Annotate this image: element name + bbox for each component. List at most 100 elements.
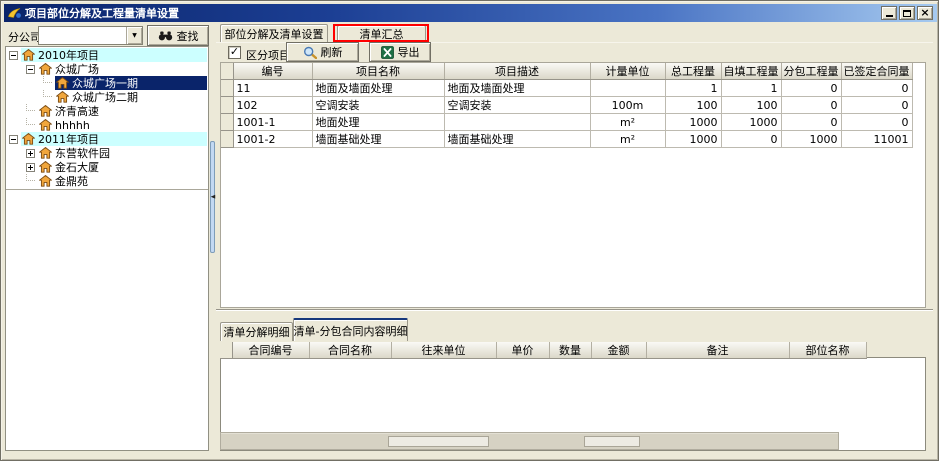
table-row[interactable]: 102空调安装空调安装100m10010000 — [221, 97, 912, 114]
table-cell[interactable]: 墙面基础处理 — [312, 131, 444, 148]
table-cell[interactable]: 墙面基础处理 — [444, 131, 590, 148]
table-row[interactable]: 1001-2墙面基础处理墙面基础处理m²10000100011001 — [221, 131, 912, 148]
minimize-button[interactable] — [881, 6, 897, 20]
column-header[interactable]: 往来单位 — [391, 342, 496, 359]
table-cell[interactable]: 1000 — [781, 131, 841, 148]
column-header[interactable]: 备注 — [646, 342, 789, 359]
table-cell[interactable] — [444, 114, 590, 131]
tree-item-surface[interactable]: 金石大厦 — [38, 160, 207, 174]
maximize-button[interactable] — [899, 6, 915, 20]
table-cell[interactable]: 100m — [590, 97, 665, 114]
tab-subcontract-content-detail[interactable]: 清单-分包合同内容明细 — [293, 318, 408, 341]
table-cell[interactable]: 0 — [841, 114, 912, 131]
column-header[interactable]: 数量 — [549, 342, 591, 359]
column-header[interactable]: 自填工程量 — [721, 63, 781, 80]
row-indicator[interactable] — [221, 80, 233, 97]
distinguish-description-checkbox[interactable]: ✓ — [228, 46, 241, 59]
tree-item-surface[interactable]: 济青高速 — [38, 104, 207, 118]
tree-item[interactable]: 2011年项目 — [6, 132, 207, 146]
table-cell[interactable]: 0 — [781, 80, 841, 97]
tree-item[interactable]: hhhhh — [6, 118, 207, 132]
table-cell[interactable]: 102 — [233, 97, 312, 114]
tree-item[interactable]: 济青高速 — [6, 104, 207, 118]
expand-toggle-icon[interactable] — [26, 163, 35, 172]
column-header[interactable]: 已签定合同量 — [841, 63, 912, 80]
export-button[interactable]: 导出 — [369, 42, 431, 62]
tree-item[interactable]: 2010年项目 — [6, 48, 207, 62]
column-header[interactable]: 合同编号 — [232, 342, 309, 359]
column-header[interactable]: 分包工程量 — [781, 63, 841, 80]
column-header[interactable]: 编号 — [233, 63, 312, 80]
column-header[interactable]: 项目描述 — [444, 63, 590, 80]
column-header[interactable]: 部位名称 — [789, 342, 866, 359]
table-cell[interactable]: m² — [590, 114, 665, 131]
tree-item[interactable]: 金石大厦 — [6, 160, 207, 174]
table-cell[interactable]: 11001 — [841, 131, 912, 148]
table-cell[interactable]: 0 — [721, 131, 781, 148]
table-cell[interactable]: 地面处理 — [312, 114, 444, 131]
title-bar[interactable]: 项目部位分解及工程量清单设置 × — [4, 4, 937, 22]
tree-item-surface[interactable]: 众城广场二期 — [55, 90, 207, 104]
column-header[interactable]: 金额 — [591, 342, 646, 359]
column-header[interactable]: 计量单位 — [590, 63, 665, 80]
branch-combobox-value[interactable] — [39, 27, 126, 44]
table-cell[interactable]: m² — [590, 131, 665, 148]
column-header[interactable]: 合同名称 — [309, 342, 391, 359]
tab-part-decompose-settings[interactable]: 部位分解及清单设置 — [220, 24, 328, 42]
table-cell[interactable]: 0 — [841, 80, 912, 97]
table-cell[interactable]: 1000 — [665, 114, 721, 131]
table-cell[interactable]: 0 — [781, 114, 841, 131]
table-cell[interactable]: 100 — [721, 97, 781, 114]
row-indicator[interactable] — [221, 114, 233, 131]
expand-toggle-icon[interactable] — [26, 149, 35, 158]
table-cell[interactable]: 1001-2 — [233, 131, 312, 148]
tree-item[interactable]: 东营软件园 — [6, 146, 207, 160]
tree-item-surface[interactable]: 众城广场一期 — [55, 76, 207, 90]
tree-item-surface[interactable]: 2010年项目 — [21, 48, 207, 62]
collapse-toggle-icon[interactable] — [26, 65, 35, 74]
branch-combobox[interactable]: ▼ — [38, 26, 143, 45]
table-cell[interactable]: 1000 — [665, 131, 721, 148]
table-row[interactable]: 11地面及墙面处理地面及墙面处理1100 — [221, 80, 912, 97]
row-indicator[interactable] — [221, 131, 233, 148]
chevron-left-icon: ◀ — [210, 195, 215, 200]
panel-splitter-handle[interactable]: ◀ — [210, 141, 215, 253]
table-cell[interactable]: 空调安装 — [312, 97, 444, 114]
tree-item[interactable]: 金鼎苑 — [6, 174, 207, 188]
collapse-toggle-icon[interactable] — [9, 135, 18, 144]
column-header[interactable]: 单价 — [496, 342, 549, 359]
table-cell[interactable]: 100 — [665, 97, 721, 114]
column-header[interactable]: 总工程量 — [665, 63, 721, 80]
tree-item-surface[interactable]: 金鼎苑 — [38, 174, 207, 188]
tree-item[interactable]: 众城广场一期 — [6, 76, 207, 90]
tree-item[interactable]: 众城广场二期 — [6, 90, 207, 104]
collapse-toggle-icon[interactable] — [9, 51, 18, 60]
tree-item[interactable]: 众城广场 — [6, 62, 207, 76]
table-cell[interactable]: 11 — [233, 80, 312, 97]
table-cell[interactable] — [590, 80, 665, 97]
table-cell[interactable]: 0 — [841, 97, 912, 114]
close-button[interactable]: × — [917, 6, 933, 20]
tree-item-surface[interactable]: 2011年项目 — [21, 132, 207, 146]
search-button[interactable]: 查找 — [147, 25, 209, 46]
table-cell[interactable]: 1000 — [721, 114, 781, 131]
combo-dropdown-button[interactable]: ▼ — [126, 27, 142, 44]
tree-item-surface[interactable]: 东营软件园 — [38, 146, 207, 160]
table-row[interactable]: 1001-1地面处理m²1000100000 — [221, 114, 912, 131]
footer-cell[interactable] — [584, 436, 640, 447]
table-cell[interactable]: 1001-1 — [233, 114, 312, 131]
table-cell[interactable]: 1 — [721, 80, 781, 97]
tree-item-surface[interactable]: hhhhh — [38, 118, 207, 132]
table-cell[interactable]: 空调安装 — [444, 97, 590, 114]
table-cell[interactable]: 1 — [665, 80, 721, 97]
footer-cell[interactable] — [388, 436, 489, 447]
table-cell[interactable]: 地面及墙面处理 — [312, 80, 444, 97]
tree-item-surface[interactable]: 众城广场 — [38, 62, 207, 76]
tab-list-decompose-detail[interactable]: 清单分解明细 — [220, 322, 293, 341]
column-header[interactable]: 项目名称 — [312, 63, 444, 80]
table-cell[interactable]: 地面及墙面处理 — [444, 80, 590, 97]
row-indicator[interactable] — [221, 97, 233, 114]
table-cell[interactable]: 0 — [781, 97, 841, 114]
refresh-button[interactable]: 刷新 — [286, 42, 359, 62]
tree-item-label: 众城广场一期 — [72, 76, 141, 90]
